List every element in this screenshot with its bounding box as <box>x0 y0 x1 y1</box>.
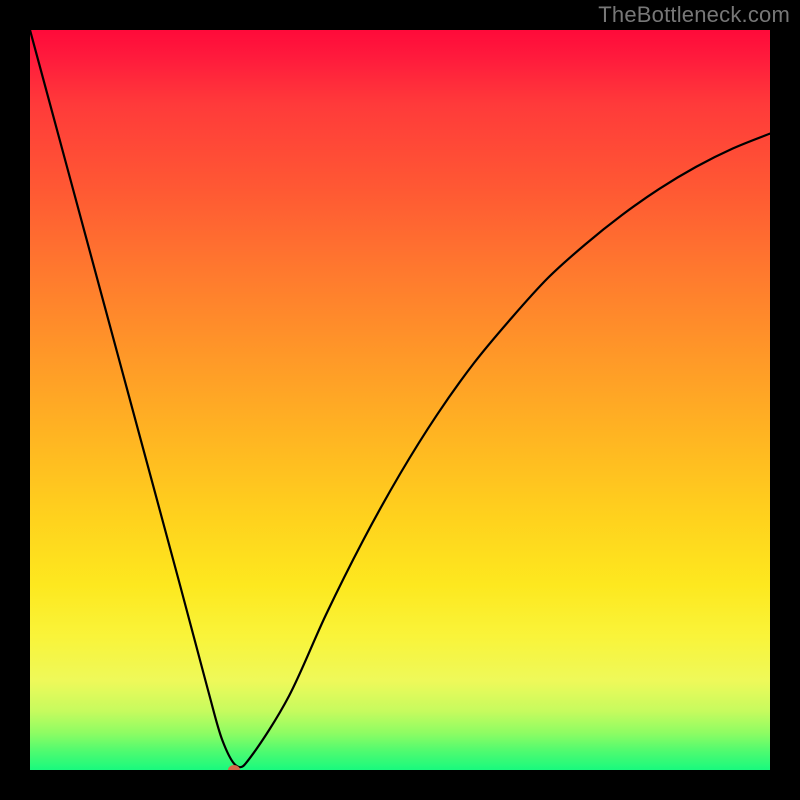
chart-frame: TheBottleneck.com <box>0 0 800 800</box>
watermark-text: TheBottleneck.com <box>598 2 790 28</box>
bottleneck-curve <box>30 30 770 767</box>
optimal-point-marker <box>228 765 240 770</box>
plot-area <box>30 30 770 770</box>
curve-svg <box>30 30 770 770</box>
